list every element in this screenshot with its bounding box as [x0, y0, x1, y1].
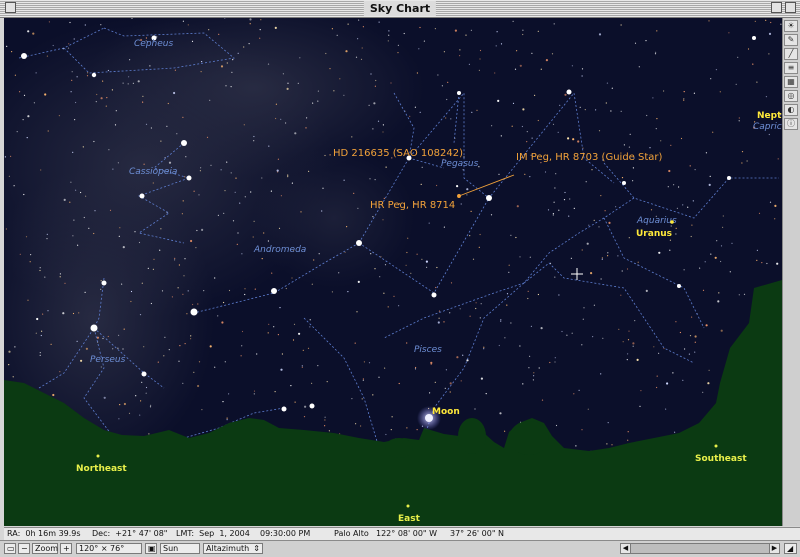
constellation-label-cepheus: Cepheus: [134, 39, 173, 49]
window-title: Sky Chart: [363, 1, 437, 16]
close-box[interactable]: [5, 2, 16, 13]
projection-value: Altazimuth: [206, 544, 250, 553]
sky-canvas[interactable]: Cepheus Cassiopeia Pegasus Andromeda Per…: [4, 18, 782, 526]
resize-grip-icon[interactable]: ◢: [784, 543, 797, 554]
horizon-label-east: East: [398, 514, 421, 524]
label-uranus[interactable]: Uranus: [636, 229, 672, 239]
ruler-tool-icon[interactable]: ≡: [784, 62, 798, 74]
scroll-right-arrow-icon[interactable]: ▶: [769, 544, 779, 553]
uranus-marker[interactable]: [670, 220, 674, 224]
east-marker: [406, 504, 410, 508]
constellation-label-perseus: Perseus: [90, 355, 126, 365]
dec-readout: Dec: +21° 47' 08": [92, 529, 168, 538]
grid-tool-icon[interactable]: ▦: [784, 76, 798, 88]
telescope-tool-icon[interactable]: ◐: [784, 104, 798, 116]
projection-select[interactable]: Altazimuth ⇕: [203, 543, 263, 554]
zoom-label: Zoom: [32, 543, 58, 554]
horizontal-scrollbar[interactable]: ◀ ▶: [620, 543, 780, 554]
longitude-readout: 122° 08' 00" W: [376, 529, 438, 538]
ra-readout: RA: 0h 16m 39.9s: [7, 529, 81, 538]
location-readout: Palo Alto: [334, 529, 369, 538]
zoom-box[interactable]: [771, 2, 782, 13]
scroll-left-arrow-icon[interactable]: ◀: [621, 544, 631, 553]
status-bar: RA: 0h 16m 39.9s Dec: +21° 47' 08" LMT: …: [4, 527, 800, 540]
label-im-peg[interactable]: IM Peg, HR 8703 (Guide Star): [516, 152, 663, 163]
zoom-out-button[interactable]: −: [18, 543, 30, 554]
constellation-label-capricornus: Capricc: [753, 122, 782, 132]
globe-tool-icon[interactable]: ◎: [784, 90, 798, 102]
label-moon[interactable]: Moon: [432, 407, 460, 417]
zoom-in-button[interactable]: +: [60, 543, 72, 554]
constellation-label-pisces: Pisces: [414, 345, 442, 355]
constellation-label-andromeda: Andromeda: [253, 245, 306, 255]
info-tool-icon[interactable]: ⓘ: [784, 118, 798, 130]
grow-icon[interactable]: ▭: [4, 543, 16, 554]
tool-palette: ☀ ✎ ╱ ≡ ▦ ◎ ◐ ⓘ: [782, 18, 800, 526]
line-tool-icon[interactable]: ╱: [784, 48, 798, 60]
label-neptune[interactable]: Neptu: [757, 111, 782, 121]
constellation-label-pegasus: Pegasus: [441, 159, 479, 169]
label-hr-peg[interactable]: HR Peg, HR 8714: [370, 200, 455, 211]
control-bar: ▭ − Zoom + 120° × 76° ▣ Sun Altazimuth ⇕…: [0, 540, 800, 557]
northeast-marker: [96, 454, 100, 458]
lmt-readout: LMT: Sep 1, 2004 09:30:00 PM: [176, 529, 311, 538]
label-hd-216635[interactable]: HD 216635 (SAO 108242): [333, 148, 463, 159]
southeast-marker: [714, 444, 718, 448]
horizon-label-southeast: Southeast: [695, 454, 747, 464]
title-bar[interactable]: Sky Chart: [0, 0, 800, 18]
pencil-tool-icon[interactable]: ✎: [784, 34, 798, 46]
latitude-readout: 37° 26' 00" N: [450, 529, 505, 538]
constellation-label-cassiopeia: Cassiopeia: [129, 167, 177, 177]
field-of-view-readout: 120° × 76°: [76, 543, 142, 554]
chevron-down-icon: ⇕: [253, 544, 260, 553]
sun-tool-icon[interactable]: ☀: [784, 20, 798, 32]
sky-chart-window: Sky Chart Cepheus Cassiopeia Pegasus And…: [0, 0, 800, 557]
center-object-field[interactable]: Sun: [160, 543, 200, 554]
collapse-box[interactable]: [785, 2, 796, 13]
lock-icon[interactable]: ▣: [145, 543, 157, 554]
sky-view[interactable]: Cepheus Cassiopeia Pegasus Andromeda Per…: [4, 18, 782, 526]
horizon-label-northeast: Northeast: [76, 464, 127, 474]
